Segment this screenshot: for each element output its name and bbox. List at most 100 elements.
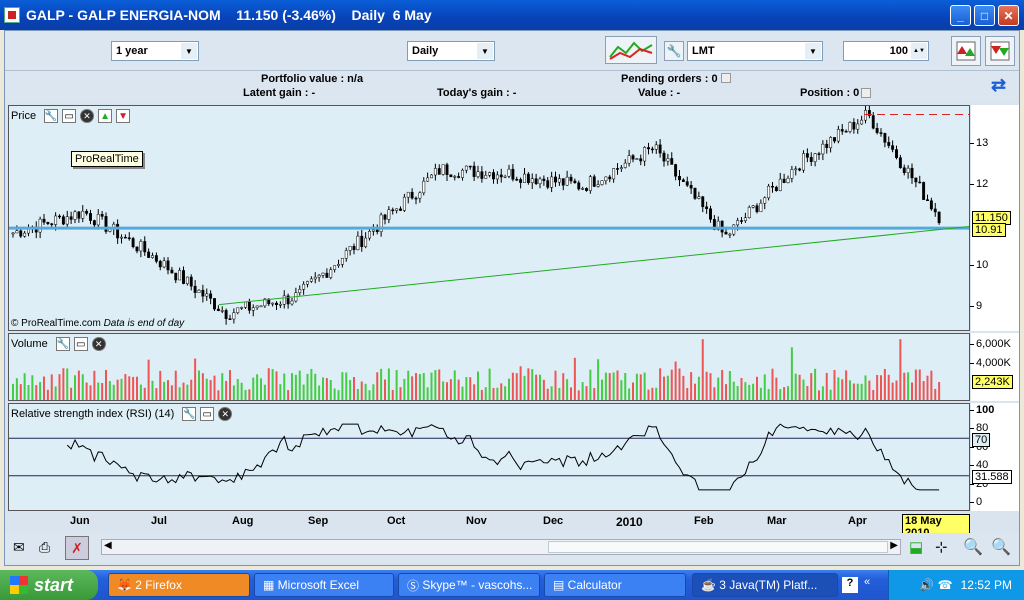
candle-body [399, 208, 402, 211]
candle-body [236, 307, 240, 313]
candle-body [50, 223, 54, 226]
volume-bar [15, 378, 18, 400]
candle-body [205, 293, 209, 297]
volume-bar [294, 374, 297, 400]
volume-bar [46, 389, 49, 400]
candle-body [224, 310, 228, 319]
volume-bar [492, 387, 495, 400]
chart-tools-icon[interactable]: ⬓ [909, 538, 923, 556]
sell-order-button[interactable] [985, 36, 1015, 66]
volume-bar [62, 368, 65, 400]
volume-bar [271, 369, 274, 400]
volume-bar [903, 372, 906, 400]
close-icon[interactable] [721, 73, 731, 83]
candle-body [441, 164, 445, 175]
close-icon[interactable]: ✕ [91, 337, 106, 351]
candle-body [581, 188, 585, 190]
price-tick: 13 [969, 137, 989, 149]
scroll-thumb[interactable] [548, 541, 888, 553]
close-icon[interactable] [861, 88, 871, 98]
candle-body [918, 181, 922, 184]
task-firefox[interactable]: 🦊 2 Firefox [108, 573, 250, 597]
volume-bar [856, 383, 859, 400]
quantity-stepper[interactable]: 100 ▲▼ [843, 41, 929, 61]
close-button[interactable]: ✕ [998, 5, 1019, 26]
volume-bar [736, 386, 739, 400]
move-up-icon[interactable]: ▲ [98, 109, 113, 123]
volume-bar [27, 385, 30, 400]
volume-bar [380, 368, 383, 400]
volume-bar [418, 374, 421, 400]
chevron-icon[interactable]: « [864, 576, 870, 588]
task-excel[interactable]: ▦ Microsoft Excel [254, 573, 394, 597]
volume-bar [81, 374, 84, 400]
volume-bar [821, 386, 824, 400]
task-skype[interactable]: Ⓢ Skype™ - vascohs... [398, 573, 540, 597]
start-button[interactable]: start [0, 570, 98, 600]
candle-body [530, 178, 534, 183]
volume-bar [690, 372, 693, 400]
volume-bar [167, 380, 169, 400]
volume-bar [128, 376, 131, 400]
horizontal-scrollbar[interactable]: ◀ ▶ [101, 539, 901, 555]
candle-body [740, 220, 743, 222]
move-down-icon[interactable]: ▼ [116, 109, 131, 123]
volume-bar [291, 373, 293, 400]
window-icon[interactable]: ▭ [200, 407, 215, 421]
volume-bar [438, 369, 441, 400]
scroll-left-icon[interactable]: ◀ [104, 540, 112, 551]
zoom-in-icon[interactable]: 🔍 [991, 537, 1011, 557]
help-icon[interactable]: ? [842, 577, 858, 593]
candle-body [720, 220, 724, 233]
zoom-out-icon[interactable]: 🔍 [963, 537, 983, 557]
trading-chart-button[interactable] [605, 36, 657, 64]
window-icon[interactable]: ▭ [73, 337, 88, 351]
close-icon[interactable]: ✕ [80, 109, 95, 123]
print-icon[interactable]: ⎙ [39, 539, 50, 556]
scroll-right-icon[interactable]: ▶ [890, 540, 898, 551]
period-select[interactable]: 1 year ▼ [111, 41, 199, 61]
disconnect-icon[interactable]: ✗ [65, 536, 89, 560]
volume-bar [240, 382, 243, 400]
candle-body [852, 122, 856, 130]
volume-bar [864, 375, 867, 400]
wrench-icon[interactable]: 🔧 [182, 407, 197, 421]
volume-panel-header: Volume 🔧 ▭ ✕ [11, 336, 110, 352]
volume-bar [535, 374, 538, 400]
volume-bar [732, 381, 735, 400]
rsi-value-badge: 31.588 [972, 470, 1012, 484]
stepper-arrows-icon[interactable]: ▲▼ [911, 43, 927, 59]
tray-icons[interactable]: 🔊 ☎ [919, 578, 952, 592]
task-java[interactable]: ☕ 3 Java(TM) Platf... [692, 573, 838, 597]
wrench-icon[interactable]: 🔧 [44, 109, 59, 123]
interval-select[interactable]: Daily ▼ [407, 41, 495, 61]
order-type-select[interactable]: LMT ▼ [687, 41, 823, 61]
title-bar: GALP - GALP ENERGIA-NOM 11.150 (-3.46%) … [0, 0, 1024, 30]
candle-body [774, 186, 778, 191]
volume-bar [163, 381, 166, 400]
refresh-arrows-icon[interactable]: ⇄ [991, 75, 1006, 96]
volume-bar [426, 387, 429, 400]
task-calculator[interactable]: ▤ Calculator [544, 573, 686, 597]
wrench-icon[interactable]: 🔧 [664, 41, 684, 61]
volume-bar [77, 370, 80, 400]
rsi-line [66, 423, 940, 491]
buy-order-button[interactable] [951, 36, 981, 66]
candle-body [794, 168, 798, 171]
window-icon[interactable]: ▭ [62, 109, 77, 123]
maximize-button[interactable]: □ [974, 5, 995, 26]
mail-icon[interactable]: ✉ [13, 539, 25, 556]
volume-chart[interactable] [9, 334, 969, 400]
volume-bar [194, 358, 197, 400]
volume-bar [868, 380, 871, 400]
candle-body [89, 213, 92, 221]
minimize-button[interactable]: _ [950, 5, 971, 26]
wrench-icon[interactable]: 🔧 [55, 337, 70, 351]
candle-body [201, 289, 205, 297]
close-icon[interactable]: ✕ [218, 407, 233, 421]
rsi-panel: Relative strength index (RSI) (14) 🔧 ▭ ✕ [8, 403, 970, 511]
chevron-down-icon: ▼ [181, 43, 197, 59]
crosshair-zoom-icon[interactable]: ⊹ [935, 538, 948, 556]
price-chart[interactable] [9, 106, 969, 330]
candle-body [27, 228, 30, 234]
